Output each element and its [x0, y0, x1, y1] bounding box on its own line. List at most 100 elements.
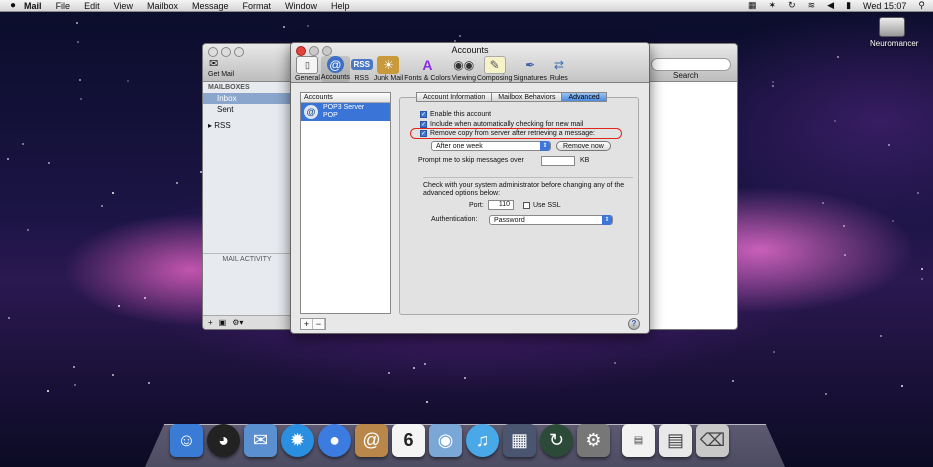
zoom-button[interactable] — [234, 47, 244, 57]
iphoto-icon[interactable]: ◉ — [429, 424, 462, 457]
sidebar-item-rss[interactable]: ▸ RSS — [203, 120, 290, 131]
red-highlight-annotation — [410, 128, 622, 139]
enable-account-checkbox[interactable]: ✓ — [420, 111, 427, 118]
dialog-window-controls — [296, 46, 332, 56]
use-ssl-label: Use SSL — [533, 202, 561, 209]
tab-rss[interactable]: RSS RSS — [350, 56, 373, 82]
spotlight-icon[interactable]: ⚲ — [918, 0, 925, 11]
system-preferences-icon[interactable]: ⚙ — [577, 424, 610, 457]
get-mail-icon[interactable]: ✉ — [209, 57, 218, 70]
dashboard-icon[interactable]: ◕ — [207, 424, 240, 457]
add-account-button[interactable]: + — [301, 319, 313, 329]
list-item-account[interactable]: @ POP3 Server POP — [301, 103, 390, 121]
menu-help[interactable]: Help — [331, 1, 350, 11]
volume-icon[interactable]: ◀ — [827, 0, 834, 11]
get-mail-label[interactable]: Get Mail — [208, 71, 234, 78]
use-ssl-option[interactable]: Use SSL — [523, 202, 561, 209]
wifi-icon[interactable]: ≋ — [808, 0, 816, 11]
menubar-clock[interactable]: Wed 15:07 — [863, 1, 906, 11]
menu-edit[interactable]: Edit — [84, 1, 100, 11]
use-ssl-checkbox[interactable] — [523, 202, 530, 209]
tab-viewing-label: Viewing — [451, 75, 476, 82]
help-button[interactable]: ? — [628, 318, 640, 330]
apple-menu-icon[interactable]: ● — [10, 0, 16, 11]
account-type: POP — [323, 112, 338, 119]
include-auto-check-checkbox[interactable]: ✓ — [420, 121, 427, 128]
sidebar-item-sent[interactable]: Sent — [203, 104, 290, 115]
mail-bottom-bar: + ▣ ⚙▾ — [203, 315, 291, 329]
tab-accounts[interactable]: @ Accounts — [320, 56, 350, 82]
menu-view[interactable]: View — [114, 1, 133, 11]
sidebar-item-inbox[interactable]: Inbox — [203, 93, 290, 104]
fonts-colors-icon: A — [422, 57, 433, 73]
tab-viewing[interactable]: ◉◉ Viewing — [452, 56, 476, 82]
safari-icon[interactable]: ✹ — [281, 424, 314, 457]
dock-icons: ☺ ◕ ✉ ✹ ● @ 6 ◉ ♫ ▦ ↻ ⚙ ▤ ▤ ⌫ — [170, 424, 729, 457]
port-field[interactable]: 110 — [488, 200, 514, 210]
show-photo-browser-button[interactable]: ▣ — [219, 318, 227, 327]
remove-account-button[interactable]: − — [313, 319, 325, 329]
search-input[interactable] — [651, 58, 731, 71]
dialog-close-button[interactable] — [296, 46, 306, 56]
auth-popup[interactable]: Password ⇕ — [489, 215, 613, 225]
address-book-icon[interactable]: @ — [355, 424, 388, 457]
document-icon[interactable]: ▤ — [622, 424, 655, 457]
trash-icon[interactable]: ⌫ — [696, 424, 729, 457]
tab-junk-mail[interactable]: ☀ Junk Mail — [374, 56, 403, 82]
tab-advanced[interactable]: Advanced — [562, 92, 607, 102]
spaces-icon[interactable]: ▦ — [748, 0, 757, 11]
menu-window[interactable]: Window — [285, 1, 317, 11]
action-gear-button[interactable]: ⚙▾ — [232, 318, 243, 327]
dialog-minimize-button[interactable] — [309, 46, 319, 56]
menu-message[interactable]: Message — [192, 1, 229, 11]
itunes-icon[interactable]: ♫ — [466, 424, 499, 457]
rss-icon: RSS — [350, 59, 373, 70]
bluetooth-icon[interactable]: ✶ — [769, 0, 777, 11]
switch-icon: ▯ — [296, 56, 319, 74]
mailbox-sidebar: MAILBOXES Inbox Sent ▸ RSS — [203, 82, 291, 329]
downloads-stack-icon[interactable]: ▤ — [659, 424, 692, 457]
tab-signatures[interactable]: ✒ Signatures — [513, 56, 546, 82]
accounts-list[interactable]: Accounts @ POP3 Server POP — [300, 92, 391, 314]
tab-account-information[interactable]: Account Information — [416, 92, 493, 102]
tab-mailbox-behaviors[interactable]: Mailbox Behaviors — [492, 92, 563, 102]
include-auto-check-option[interactable]: ✓ Include when automatically checking fo… — [420, 121, 583, 128]
menu-format[interactable]: Format — [243, 1, 272, 11]
tab-general[interactable]: ▯ General — [295, 56, 320, 82]
close-button[interactable] — [208, 47, 218, 57]
remove-after-popup[interactable]: After one week ⇕ — [431, 141, 551, 151]
mail-stamp-icon[interactable]: ✉ — [244, 424, 277, 457]
port-label: Port: — [469, 202, 484, 209]
include-auto-check-label: Include when automatically checking for … — [430, 121, 584, 128]
time-machine-icon[interactable]: ↻ — [788, 0, 796, 11]
admin-note: Check with your system administrator bef… — [423, 182, 625, 197]
ichat-icon[interactable]: ● — [318, 424, 351, 457]
prompt-skip-label: Prompt me to skip messages over — [418, 157, 524, 164]
spaces-dock-icon[interactable]: ▦ — [503, 424, 536, 457]
menu-mail[interactable]: Mail — [24, 1, 42, 11]
ical-icon[interactable]: 6 — [392, 424, 425, 457]
chevron-updown-icon: ⇕ — [540, 141, 550, 151]
mailboxes-header: MAILBOXES — [208, 84, 250, 91]
hard-disk-icon — [879, 17, 905, 37]
auth-label: Authentication: — [431, 216, 478, 223]
desktop-disk[interactable]: Neuromancer — [870, 17, 918, 48]
prompt-skip-field[interactable] — [541, 156, 575, 166]
enable-account-option[interactable]: ✓ Enable this account — [420, 111, 491, 118]
remove-now-button[interactable]: Remove now — [556, 141, 611, 151]
dialog-zoom-button[interactable] — [322, 46, 332, 56]
tab-composing[interactable]: ✎ Composing — [477, 56, 512, 82]
add-mailbox-button[interactable]: + — [208, 318, 213, 327]
tab-signatures-label: Signatures — [513, 75, 547, 82]
desktop-disk-label: Neuromancer — [870, 39, 919, 48]
battery-icon[interactable]: ▮ — [846, 0, 851, 11]
mail-activity-header: MAIL ACTIVITY — [203, 253, 291, 265]
tab-rules[interactable]: ⇄ Rules — [548, 56, 570, 82]
time-machine-dock-icon[interactable]: ↻ — [540, 424, 573, 457]
menu-file[interactable]: File — [56, 1, 71, 11]
tab-fonts-colors[interactable]: A Fonts & Colors — [404, 56, 450, 82]
dialog-title: Accounts — [451, 45, 489, 55]
minimize-button[interactable] — [221, 47, 231, 57]
finder-icon[interactable]: ☺ — [170, 424, 203, 457]
menu-mailbox[interactable]: Mailbox — [147, 1, 178, 11]
